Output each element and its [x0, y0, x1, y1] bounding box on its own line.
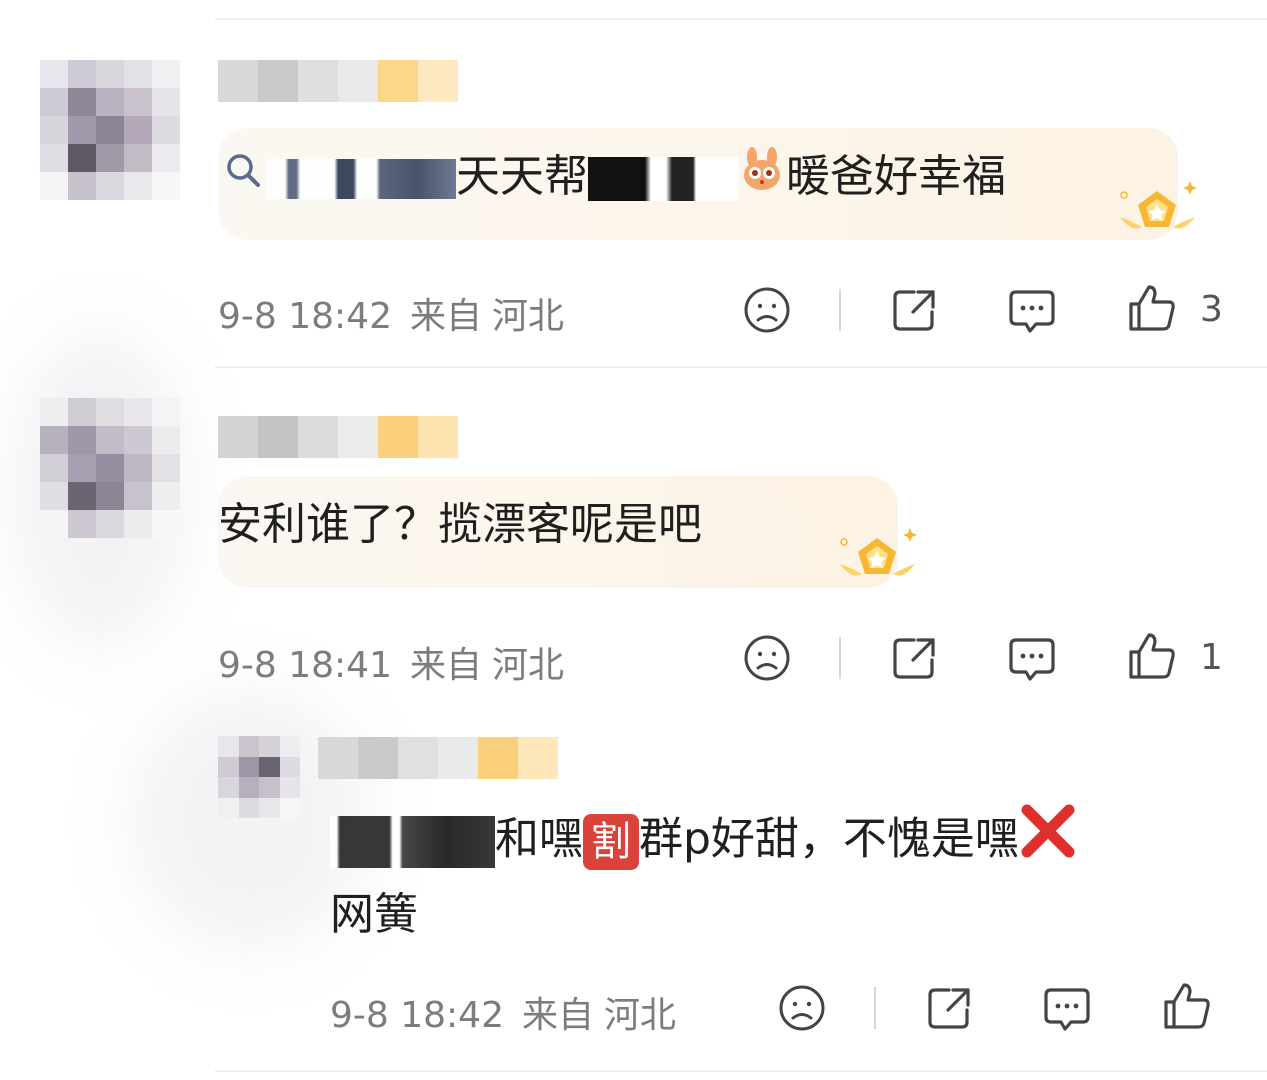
avatar[interactable] — [40, 60, 180, 200]
comment-text-part: 暖爸好幸福 — [786, 151, 1006, 202]
comment-icon[interactable] — [1041, 982, 1093, 1034]
separator — [839, 637, 841, 679]
comment-icon[interactable] — [1006, 632, 1058, 684]
comment-meta: 9-8 18:42 来自 河北 — [218, 287, 564, 339]
redacted-text — [588, 157, 738, 201]
cut-badge-icon: 割 — [583, 813, 639, 870]
cut-badge-char: 割 — [591, 818, 631, 865]
comment-icon[interactable] — [1006, 284, 1058, 336]
separator — [874, 987, 876, 1029]
location-prefix: 来自 — [522, 995, 595, 1036]
location: 河北 — [492, 645, 565, 686]
username-redacted[interactable] — [218, 416, 458, 458]
thumbs-up-icon[interactable] — [1161, 980, 1213, 1032]
like-count: 1 — [1200, 637, 1223, 678]
timestamp: 9-8 18:42 — [330, 995, 504, 1036]
username-redacted[interactable] — [218, 60, 458, 102]
avatar[interactable] — [40, 398, 180, 538]
divider — [215, 1070, 1267, 1072]
divider — [215, 18, 1267, 20]
comment-meta: 9-8 18:41 来自 河北 — [218, 636, 564, 688]
sad-face-icon[interactable] — [741, 632, 793, 684]
comment-text: 安利谁了？揽漂客呢是吧 — [218, 499, 702, 550]
username-redacted[interactable] — [318, 737, 558, 779]
reply-meta: 9-8 18:42 来自 河北 — [330, 986, 676, 1038]
reply-text-part: 群p好甜，不愧是嘿 — [639, 813, 1019, 865]
fan-badge-icon — [1110, 175, 1205, 250]
rabbit-sticker-icon — [738, 144, 786, 214]
sad-face-icon[interactable] — [776, 982, 828, 1034]
share-icon[interactable] — [923, 982, 975, 1034]
thumbs-up-icon[interactable] — [1126, 630, 1178, 682]
search-icon[interactable] — [222, 144, 266, 214]
avatar[interactable] — [218, 736, 300, 818]
cross-mark-icon — [1019, 802, 1077, 881]
reply-text-part: 和嘿 — [495, 813, 583, 865]
redacted-text — [330, 815, 495, 868]
share-icon[interactable] — [888, 632, 940, 684]
divider — [215, 366, 1267, 368]
location: 河北 — [492, 296, 565, 337]
location: 河北 — [604, 995, 677, 1036]
fan-badge-icon — [830, 522, 925, 597]
timestamp: 9-8 18:42 — [218, 296, 392, 337]
thumbs-up-icon[interactable] — [1126, 282, 1178, 334]
share-icon[interactable] — [888, 284, 940, 336]
like-count: 3 — [1200, 289, 1223, 330]
location-prefix: 来自 — [410, 645, 483, 686]
separator — [839, 289, 841, 331]
location-prefix: 来自 — [410, 296, 483, 337]
timestamp: 9-8 18:41 — [218, 645, 392, 686]
sad-face-icon[interactable] — [741, 284, 793, 336]
comment-text: 天天帮 暖爸好幸福 — [222, 142, 1006, 214]
reply-text-line2: 网簧 — [330, 889, 418, 940]
comment-text-part: 天天帮 — [456, 151, 588, 202]
reply-text-line1: 和嘿割群p好甜，不愧是嘿 — [330, 802, 1077, 881]
redacted-text — [266, 159, 456, 199]
